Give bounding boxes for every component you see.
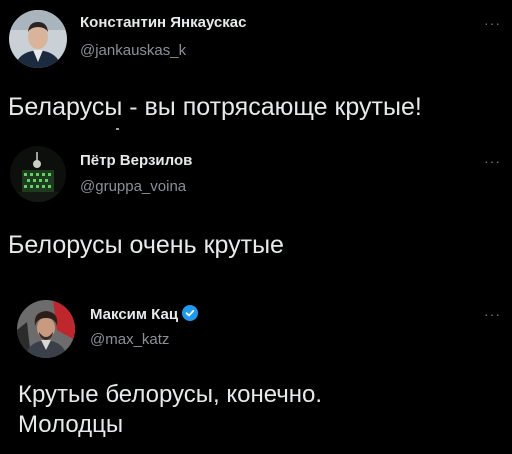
tweet-text: Беларусы - вы потрясающе крутые! — [8, 93, 422, 121]
image-artifact — [116, 128, 119, 130]
more-dots-icon[interactable]: ··· — [484, 307, 501, 321]
tweet-3[interactable]: Максим Кац @max_katz ··· Крутые белорусы… — [0, 290, 512, 454]
author-handle[interactable]: @gruppa_voina — [80, 178, 186, 195]
author-handle[interactable]: @max_katz — [90, 331, 169, 348]
tweet-text-line: Молодцы — [18, 411, 124, 438]
author-name[interactable]: Константин Янкаускас — [80, 14, 246, 31]
avatar[interactable] — [17, 300, 75, 358]
author-name[interactable]: Пётр Верзилов — [80, 152, 192, 169]
author-handle[interactable]: @jankauskas_k — [80, 42, 186, 59]
author-name[interactable]: Максим Кац — [90, 305, 199, 325]
tweet-2[interactable]: Пётр Верзилов @gruppa_voina ··· Белорусы… — [0, 140, 512, 280]
avatar[interactable] — [10, 146, 66, 202]
more-dots-icon[interactable]: ··· — [484, 16, 501, 30]
verified-badge-icon — [182, 305, 199, 325]
more-dots-icon[interactable]: ··· — [484, 154, 501, 168]
tweet-1[interactable]: Константин Янкаускас @jankauskas_k ··· Б… — [0, 0, 512, 140]
tweet-text-line: Крутые белорусы, конечно. — [18, 381, 323, 408]
avatar[interactable] — [9, 10, 67, 68]
tweet-text: Белорусы очень крутые — [8, 231, 284, 259]
author-name-label[interactable]: Максим Кац — [90, 306, 178, 323]
